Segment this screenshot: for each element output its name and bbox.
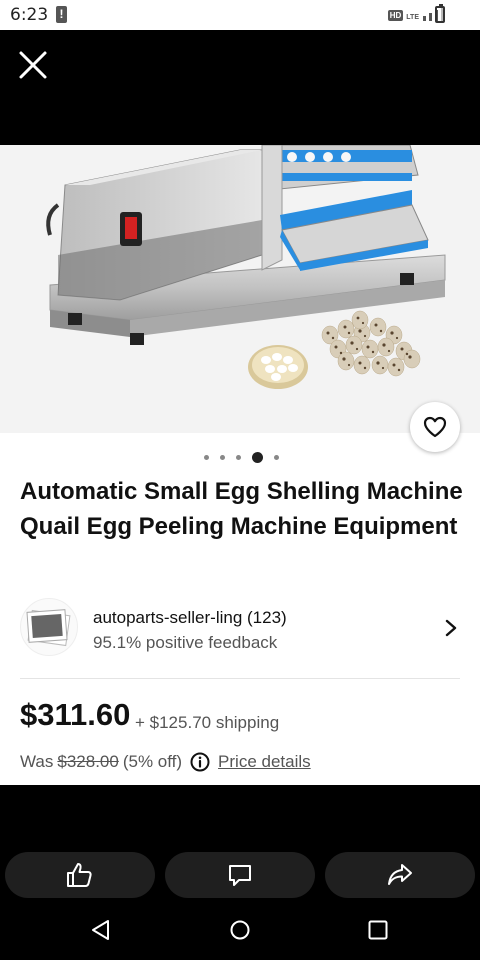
recents-icon[interactable] — [366, 918, 390, 942]
favorite-button[interactable] — [410, 402, 460, 452]
seller-avatar — [20, 598, 78, 656]
egg-machine-illustration — [46, 145, 446, 389]
discount-text: (5% off) — [122, 752, 183, 771]
home-icon[interactable] — [228, 918, 252, 942]
share-icon — [388, 864, 412, 885]
signal-bar-icon — [423, 16, 426, 21]
comment-button[interactable] — [165, 852, 315, 898]
seller-feedback: 95.1% positive feedback — [93, 633, 278, 652]
pagination-dot-active[interactable] — [251, 452, 263, 463]
gallery-pagination — [0, 452, 480, 463]
chevron-right-icon — [445, 619, 457, 637]
current-price: $311.60 — [20, 697, 131, 732]
shipping-cost: + $125.70 shipping — [135, 713, 280, 732]
alert-icon: ! — [56, 6, 67, 23]
status-bar: 6:23 ! HD LTE — [0, 0, 480, 30]
was-label: Was — [20, 752, 54, 771]
pagination-dot[interactable] — [219, 455, 225, 460]
lte-label: LTE — [406, 14, 419, 21]
header-bar — [0, 30, 480, 145]
signal-bar-icon — [429, 13, 432, 21]
was-price-row: Was $328.00 (5% off) Price details — [20, 752, 311, 772]
system-nav-bar — [0, 898, 480, 960]
price-details-link[interactable]: Price details — [218, 752, 311, 772]
seller-name[interactable]: autoparts-seller-ling (123) — [93, 608, 287, 628]
status-time: 6:23 — [10, 5, 49, 25]
listing-title: Automatic Small Egg Shelling Machine Qua… — [20, 478, 463, 540]
close-icon — [19, 51, 47, 79]
back-icon[interactable] — [89, 918, 113, 942]
divider — [20, 678, 460, 679]
action-bar — [0, 852, 480, 898]
pagination-dot[interactable] — [203, 455, 209, 460]
pagination-dot[interactable] — [273, 455, 279, 460]
hd-badge: HD — [387, 10, 404, 21]
seller-avatar-image — [26, 609, 71, 647]
close-button[interactable] — [15, 47, 51, 83]
original-price: $328.00 — [57, 752, 119, 771]
product-image[interactable] — [0, 145, 480, 433]
seller-info-row[interactable]: autoparts-seller-ling (123) 95.1% positi… — [20, 598, 460, 660]
heart-icon — [423, 416, 447, 438]
battery-icon — [435, 4, 445, 23]
like-button[interactable] — [5, 852, 155, 898]
pagination-dot[interactable] — [235, 455, 241, 460]
thumbs-up-icon — [67, 863, 92, 887]
share-button[interactable] — [325, 852, 475, 898]
info-icon[interactable] — [190, 752, 210, 772]
comment-icon — [229, 865, 251, 886]
